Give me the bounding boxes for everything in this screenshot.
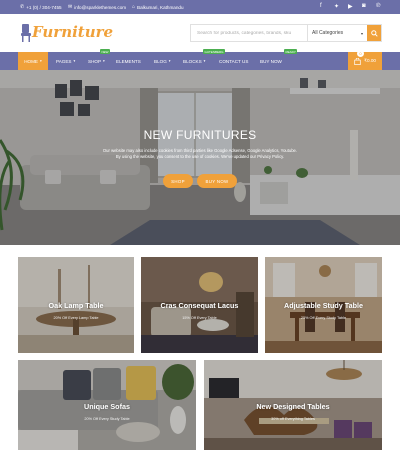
mail-icon: ✉ bbox=[68, 4, 73, 10]
shopping-bag-icon bbox=[354, 57, 361, 65]
nav-label: SHOP bbox=[88, 58, 102, 64]
nav-item-shop[interactable]: NEW SHOP ▾ bbox=[88, 49, 110, 70]
pinterest-icon[interactable]: ℗ bbox=[376, 3, 380, 9]
nav-item-pages[interactable]: PAGES ▾ bbox=[56, 52, 75, 70]
promo-card-cras-consequat-lacus[interactable]: Cras Consequat Lacus 15% Off Every Table bbox=[141, 257, 258, 353]
card-subtitle: 15% Off Every Table bbox=[182, 316, 217, 320]
cart-button[interactable]: 0 ₹0.00 bbox=[348, 50, 382, 70]
category-select[interactable]: All Categories ▾ bbox=[307, 25, 367, 41]
hero-text-line: By using the website, you consent to the… bbox=[115, 154, 285, 159]
youtube-icon[interactable]: ▶ bbox=[348, 3, 353, 10]
phone-text: +1 (0) / 304-7455 bbox=[26, 4, 62, 10]
search-icon bbox=[370, 29, 378, 37]
hero-slider: NEW FURNITURES Our website may also incl… bbox=[0, 70, 400, 245]
nav-label: PAGES bbox=[56, 58, 72, 64]
shop-button[interactable]: SHOP bbox=[163, 174, 193, 188]
nav-item-blog[interactable]: BLOG ▾ bbox=[154, 52, 171, 70]
card-subtitle: 20% Off Every Lamp Table bbox=[53, 316, 99, 320]
promo-card-adjustable-study-table[interactable]: Adjustable Study Table 25% Off Every Stu… bbox=[265, 257, 382, 353]
nav-label: BLOCKS bbox=[183, 58, 202, 64]
site-header: Furniture All Categories ▾ bbox=[0, 14, 400, 52]
chevron-down-icon: ▾ bbox=[168, 59, 171, 63]
promo-card-new-designed-tables[interactable]: New Designed Tables 30% off Everything T… bbox=[204, 360, 382, 450]
location-info: ⌂ Balkumari, Kathmandu bbox=[132, 4, 184, 10]
facebook-icon[interactable]: f bbox=[320, 3, 322, 9]
card-title: New Designed Tables bbox=[256, 402, 330, 411]
nav-item-blocks[interactable]: GUTENBERG BLOCKS ▾ bbox=[183, 49, 226, 70]
chevron-down-icon: ▾ bbox=[73, 59, 76, 63]
chevron-down-icon: ▾ bbox=[203, 59, 206, 63]
card-subtitle: 30% off Everything Tables bbox=[271, 417, 315, 421]
top-bar: ✆ +1 (0) / 304-7455 ✉ info@sparklethemes… bbox=[0, 0, 400, 14]
new-badge: NEW bbox=[100, 49, 110, 54]
card-subtitle: 25% Off Every Study Table bbox=[300, 316, 347, 320]
nav-label: HOME bbox=[24, 58, 38, 64]
nav-label: CONTACT US bbox=[219, 58, 249, 64]
search-bar: All Categories ▾ bbox=[190, 24, 382, 42]
cart-count-badge: 0 bbox=[357, 50, 364, 57]
chair-logo-icon bbox=[21, 24, 31, 42]
category-select-value: All Categories bbox=[312, 30, 344, 36]
nav-item-buy-now[interactable]: READY BUY NOW bbox=[260, 49, 298, 70]
cart-total: ₹0.00 bbox=[364, 58, 376, 63]
nav-label: BUY NOW bbox=[260, 58, 282, 64]
search-button[interactable] bbox=[367, 25, 381, 41]
hero-title: NEW FURNITURES bbox=[143, 128, 257, 142]
search-input[interactable] bbox=[191, 25, 307, 41]
nav-item-elements[interactable]: ELEMENTS bbox=[116, 52, 141, 70]
phone-icon: ✆ bbox=[20, 4, 25, 10]
phone-info: ✆ +1 (0) / 304-7455 bbox=[20, 4, 62, 10]
card-title: Unique Sofas bbox=[84, 402, 130, 411]
card-title: Cras Consequat Lacus bbox=[160, 301, 239, 310]
nav-item-home[interactable]: HOME ▾ bbox=[18, 52, 48, 70]
main-nav: HOME ▾ PAGES ▾ NEW SHOP ▾ ELEMENTS BLOG … bbox=[0, 49, 400, 70]
chevron-down-icon: ▾ bbox=[360, 30, 363, 36]
instagram-icon[interactable]: ◙ bbox=[362, 3, 366, 9]
site-logo[interactable]: Furniture bbox=[20, 22, 114, 46]
promo-card-unique-sofas[interactable]: Unique Sofas 20% Off Every Study Table bbox=[18, 360, 196, 450]
location-text: Balkumari, Kathmandu bbox=[137, 4, 184, 10]
nav-label: ELEMENTS bbox=[116, 58, 141, 64]
card-title: Oak Lamp Table bbox=[48, 301, 104, 310]
nav-item-contact-us[interactable]: CONTACT US bbox=[219, 52, 248, 70]
card-subtitle: 20% Off Every Study Table bbox=[84, 417, 130, 421]
nav-label: BLOG bbox=[154, 58, 167, 64]
email-text[interactable]: info@sparklethemes.com bbox=[74, 5, 126, 10]
promo-card-oak-lamp-table[interactable]: Oak Lamp Table 20% Off Every Lamp Table bbox=[18, 257, 134, 353]
twitter-icon[interactable]: ✦ bbox=[334, 3, 339, 10]
location-icon: ⌂ bbox=[132, 4, 136, 10]
card-title: Adjustable Study Table bbox=[284, 301, 363, 310]
buy-now-button[interactable]: BUY NOW bbox=[197, 174, 237, 188]
hero-description: Our website may also include cookies fro… bbox=[70, 148, 330, 160]
logo-text: Furniture bbox=[32, 23, 114, 41]
chevron-down-icon: ▾ bbox=[103, 59, 105, 63]
email-info[interactable]: ✉ info@sparklethemes.com bbox=[68, 4, 126, 10]
chevron-down-icon: ▾ bbox=[40, 59, 42, 63]
ready-badge: READY bbox=[284, 49, 298, 54]
